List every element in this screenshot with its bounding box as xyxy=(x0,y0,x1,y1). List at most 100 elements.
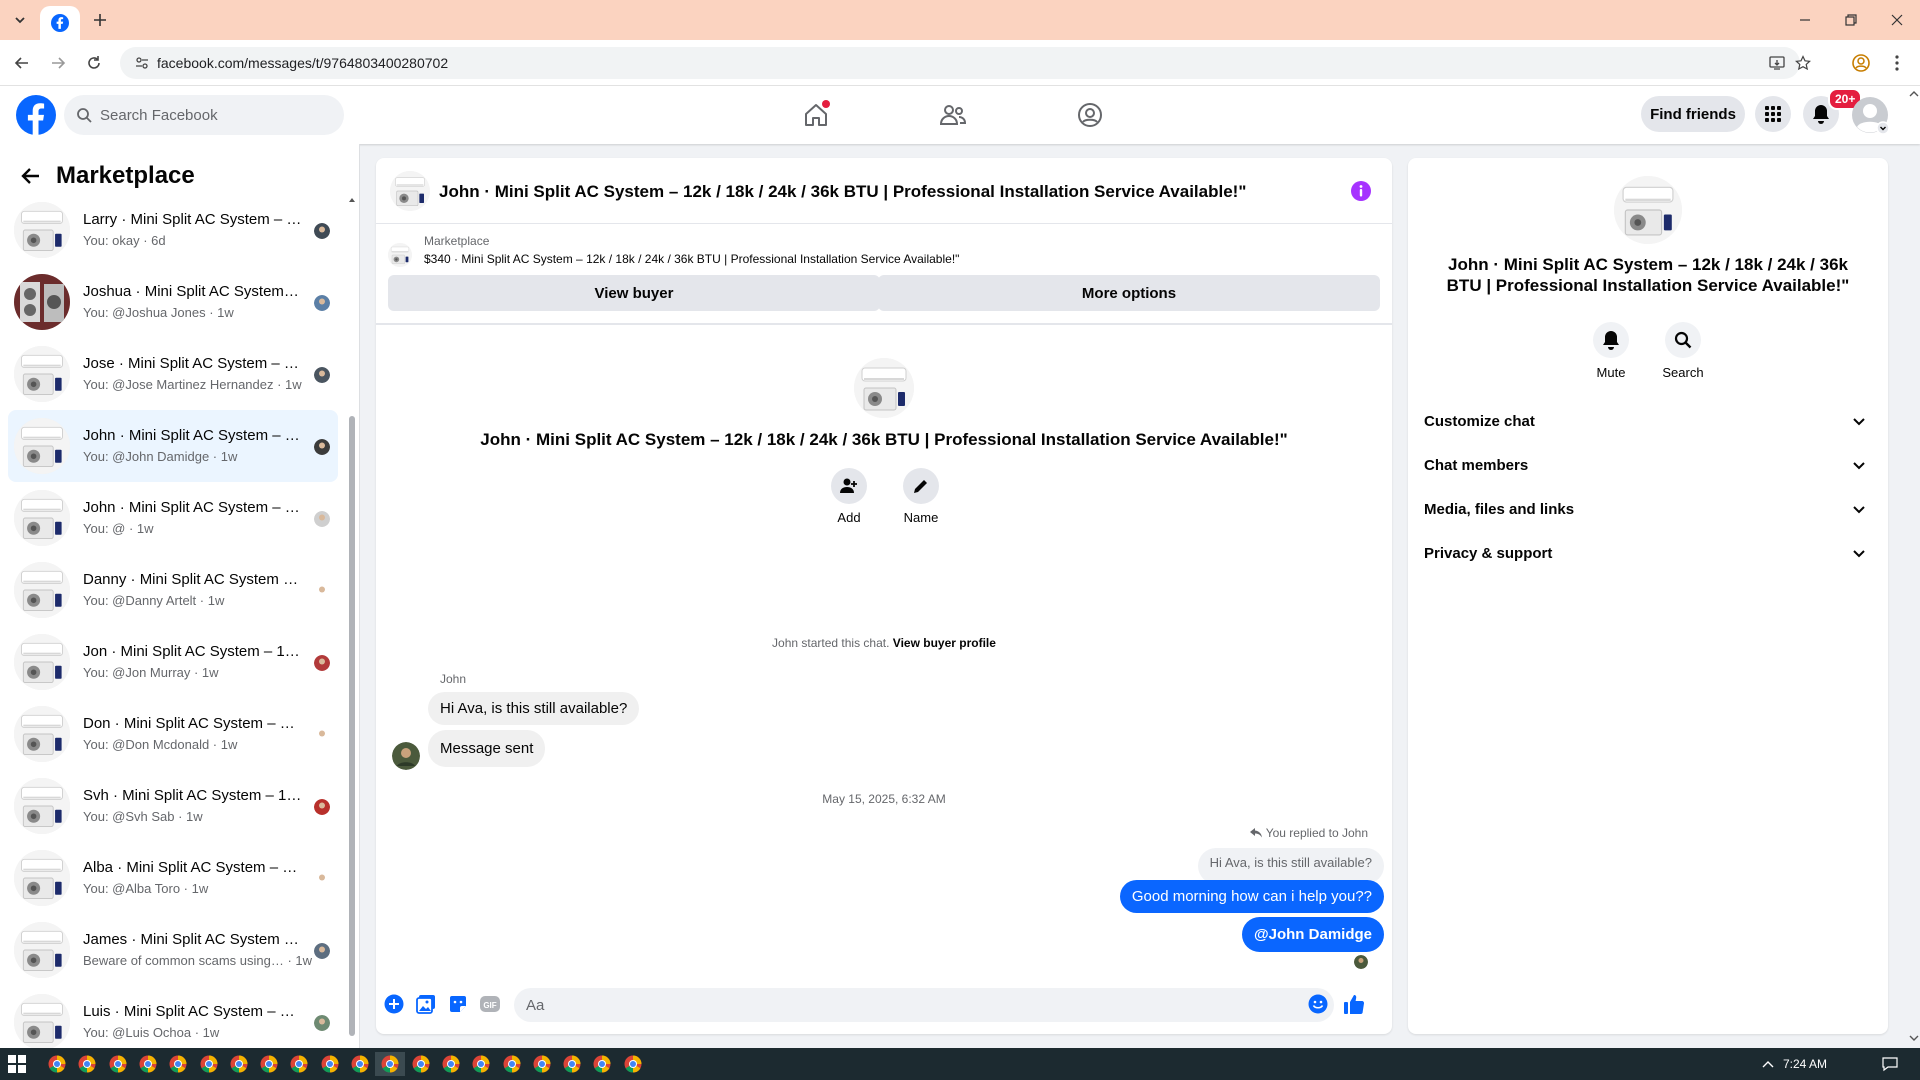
windows-start-icon[interactable] xyxy=(8,1055,26,1073)
message-input[interactable] xyxy=(514,988,1334,1022)
taskbar-chrome-app[interactable] xyxy=(527,1052,557,1076)
find-friends-button[interactable]: Find friends xyxy=(1641,96,1745,132)
sidebar-scroll-thumb[interactable] xyxy=(349,416,355,1036)
like-button[interactable] xyxy=(1342,992,1366,1016)
conversation-item[interactable]: James · Mini Split AC System – 12k / 18k… xyxy=(8,914,338,986)
quoted-message[interactable]: Hi Ava, is this still available? xyxy=(1197,848,1384,884)
minimize-button[interactable] xyxy=(1782,6,1828,34)
close-window-button[interactable] xyxy=(1874,6,1920,34)
gif-button[interactable]: GIF xyxy=(478,992,502,1016)
taskbar-chrome-app[interactable] xyxy=(284,1052,314,1076)
account-avatar-button[interactable] xyxy=(1850,95,1890,135)
view-buyer-profile-link[interactable]: View buyer profile xyxy=(893,636,996,650)
conversation-item[interactable]: Don · Mini Split AC System – 12k / 18k /… xyxy=(8,698,338,770)
emoji-button[interactable] xyxy=(1306,992,1330,1016)
outgoing-message[interactable]: @John Damidge xyxy=(1242,917,1384,952)
facebook-search[interactable] xyxy=(64,95,344,135)
taskbar-chrome-app[interactable] xyxy=(436,1052,466,1076)
section-media-files-links[interactable]: Media, files and links xyxy=(1424,489,1872,529)
taskbar-chrome-app[interactable] xyxy=(194,1052,224,1076)
listing-description[interactable]: $340 · Mini Split AC System – 12k / 18k … xyxy=(424,252,959,266)
taskbar-chrome-app[interactable] xyxy=(103,1052,133,1076)
taskbar-chrome-app[interactable] xyxy=(557,1052,587,1076)
tab-search-dropdown[interactable] xyxy=(8,8,32,32)
conversation-item[interactable]: Jose · Mini Split AC System – 12k / 18k … xyxy=(8,338,338,410)
taskbar-chrome-app[interactable] xyxy=(42,1052,72,1076)
nav-home[interactable] xyxy=(796,95,836,135)
add-people-action[interactable]: Add xyxy=(819,468,879,525)
taskbar-chrome-app[interactable] xyxy=(315,1052,345,1076)
address-bar[interactable]: facebook.com/messages/t/9764803400280702 xyxy=(120,47,1811,79)
mute-action[interactable]: Mute xyxy=(1581,322,1641,380)
attach-photo-button[interactable] xyxy=(414,992,438,1016)
info-icon[interactable] xyxy=(1350,180,1372,202)
nav-profile[interactable] xyxy=(1070,95,1110,135)
facebook-search-input[interactable] xyxy=(100,106,320,124)
taskbar-chrome-app[interactable] xyxy=(375,1052,406,1076)
browser-menu-button[interactable] xyxy=(1884,50,1910,76)
conversation-item[interactable]: John · Mini Split AC System – 12k / 18k … xyxy=(8,410,338,482)
back-to-chats-button[interactable] xyxy=(18,163,44,189)
install-app-icon[interactable] xyxy=(1767,53,1787,73)
more-options-button[interactable]: More options xyxy=(878,275,1380,311)
menu-button[interactable] xyxy=(1755,96,1791,132)
taskbar-chrome-app[interactable] xyxy=(133,1052,163,1076)
back-button[interactable] xyxy=(9,50,35,76)
conversation-item[interactable]: John · Mini Split AC System – 12k / 18k … xyxy=(8,482,338,554)
section-chat-members[interactable]: Chat members xyxy=(1424,445,1872,485)
taskbar-chrome-app[interactable] xyxy=(163,1052,193,1076)
restore-button[interactable] xyxy=(1828,6,1874,34)
taskbar-chrome-app[interactable] xyxy=(345,1052,375,1076)
conversation-item[interactable]: Joshua · Mini Split AC System – 12k / 18… xyxy=(8,266,338,338)
forward-button[interactable] xyxy=(45,50,71,76)
seen-avatar xyxy=(314,511,330,527)
conversation-item[interactable]: Luis · Mini Split AC System – 12k / 18k … xyxy=(8,986,338,1048)
profile-button[interactable] xyxy=(1848,50,1874,76)
page-scrollbar[interactable] xyxy=(1908,86,1920,1048)
taskbar-chrome-app[interactable] xyxy=(406,1052,436,1076)
seen-avatar xyxy=(314,583,330,599)
browser-toolbar: facebook.com/messages/t/9764803400280702 xyxy=(0,40,1920,86)
conversation-item[interactable]: Svh · Mini Split AC System – 12k / 18k /… xyxy=(8,770,338,842)
details-avatar[interactable] xyxy=(1614,176,1682,244)
nav-friends[interactable] xyxy=(933,95,973,135)
facebook-logo-icon[interactable] xyxy=(16,95,56,135)
search-in-chat-action[interactable]: Search xyxy=(1653,322,1713,380)
taskbar-chrome-app[interactable] xyxy=(466,1052,496,1076)
sidebar-title: Marketplace xyxy=(56,162,195,189)
name-chat-action[interactable]: Name xyxy=(891,468,951,525)
section-label: Customize chat xyxy=(1424,412,1535,430)
browser-tab-facebook[interactable] xyxy=(40,6,80,40)
section-customize-chat[interactable]: Customize chat xyxy=(1424,401,1872,441)
taskbar-chrome-app[interactable] xyxy=(254,1052,284,1076)
sender-avatar[interactable] xyxy=(392,742,420,770)
minimize-icon xyxy=(1800,19,1810,21)
conversation-item[interactable]: Jon · Mini Split AC System – 12k / 18k /… xyxy=(8,626,338,698)
bookmark-star-icon[interactable] xyxy=(1793,53,1813,73)
incoming-message[interactable]: Message sent xyxy=(428,730,546,767)
chat-title[interactable]: John · Mini Split AC System – 12k / 18k … xyxy=(439,182,1246,202)
outgoing-message[interactable]: Good morning how can i help you?? xyxy=(1119,880,1384,913)
taskbar-chrome-app[interactable] xyxy=(587,1052,617,1076)
new-tab-button[interactable] xyxy=(88,8,112,32)
home-notification-dot xyxy=(822,100,830,108)
taskbar-chrome-app[interactable] xyxy=(497,1052,527,1076)
incoming-message[interactable]: Hi Ava, is this still available? xyxy=(428,692,640,725)
listing-thumbnail[interactable] xyxy=(388,243,412,267)
action-center-button[interactable] xyxy=(1880,1055,1900,1073)
site-info-icon[interactable] xyxy=(132,53,152,73)
section-privacy-support[interactable]: Privacy & support xyxy=(1424,533,1872,573)
reload-button[interactable] xyxy=(81,50,107,76)
conversation-item[interactable]: Larry · Mini Split AC System – 12k / 18k… xyxy=(8,194,338,266)
tray-overflow-button[interactable] xyxy=(1760,1055,1776,1073)
conversation-item[interactable]: Danny · Mini Split AC System – 12k / 18k… xyxy=(8,554,338,626)
taskbar-chrome-app[interactable] xyxy=(72,1052,102,1076)
chat-avatar[interactable] xyxy=(390,171,430,211)
sticker-button[interactable] xyxy=(446,992,470,1016)
view-buyer-button[interactable]: View buyer xyxy=(388,275,880,311)
more-actions-button[interactable] xyxy=(382,992,406,1016)
taskbar-chrome-app[interactable] xyxy=(224,1052,254,1076)
conversation-item[interactable]: Alba · Mini Split AC System – 12k / 18k … xyxy=(8,842,338,914)
taskbar-chrome-app[interactable] xyxy=(618,1052,648,1076)
taskbar-clock[interactable]: 7:24 AM xyxy=(1783,1057,1827,1071)
